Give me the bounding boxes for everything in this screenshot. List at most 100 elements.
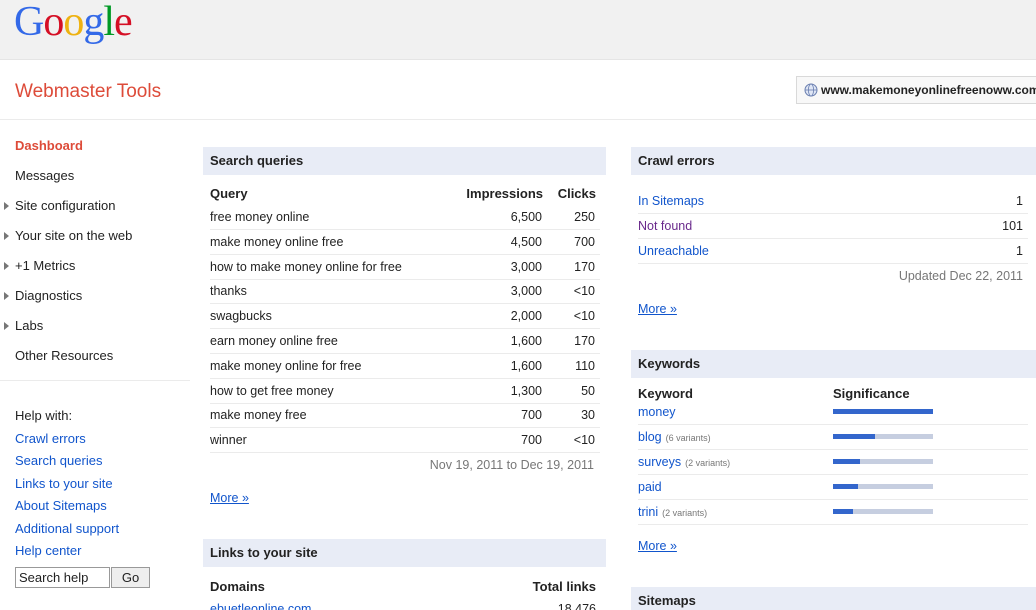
row-divider xyxy=(638,213,1028,214)
go-button[interactable]: Go xyxy=(111,567,150,588)
sitemaps-title: Sitemaps xyxy=(631,587,1036,610)
keyword-link[interactable]: blog xyxy=(638,430,662,444)
nav-messages[interactable]: Messages xyxy=(15,168,74,183)
row-divider xyxy=(210,353,600,354)
significance-column-header: Significance xyxy=(833,386,910,401)
row-divider xyxy=(638,499,1028,500)
expand-arrow-icon xyxy=(4,292,9,300)
clicks-column-header: Clicks xyxy=(557,186,596,201)
keyword-variants: (2 variants) xyxy=(662,508,708,518)
expand-arrow-icon xyxy=(4,232,9,240)
nav-other-resources[interactable]: Other Resources xyxy=(15,348,113,363)
significance-bar-fill xyxy=(833,459,860,464)
clicks-cell: 110 xyxy=(575,359,595,373)
help-link-search-queries[interactable]: Search queries xyxy=(15,453,102,468)
clicks-cell: 250 xyxy=(574,210,595,224)
impressions-cell: 4,500 xyxy=(510,235,542,249)
crawl-in-sitemaps-value: 1 xyxy=(1016,194,1023,208)
clicks-cell: 30 xyxy=(581,408,595,422)
nav-site-configuration[interactable]: Site configuration xyxy=(4,198,116,213)
query-cell: free money online xyxy=(210,210,310,224)
expand-arrow-icon xyxy=(4,322,9,330)
help-link-help-center[interactable]: Help center xyxy=(15,543,81,558)
help-search-input[interactable]: Search help xyxy=(15,567,110,588)
query-cell: how to make money online for free xyxy=(210,260,402,274)
keyword-link[interactable]: surveys xyxy=(638,455,681,469)
sub-header: Webmaster Tools www.makemoneyonlinefreen… xyxy=(0,60,1036,120)
keyword-row: surveys (2 variants) xyxy=(638,455,730,469)
clicks-cell: <10 xyxy=(573,433,595,447)
clicks-cell: 170 xyxy=(574,260,595,274)
impressions-cell: 1,300 xyxy=(510,384,542,398)
row-divider xyxy=(210,328,600,329)
keyword-row: money xyxy=(638,405,676,419)
crawl-unreachable-value: 1 xyxy=(1016,244,1023,258)
query-cell: make money online for free xyxy=(210,359,362,373)
crawl-not-found-link[interactable]: Not found xyxy=(638,219,692,233)
nav-plus1-metrics[interactable]: +1 Metrics xyxy=(4,258,76,273)
row-divider xyxy=(638,238,1028,239)
crawl-unreachable-link[interactable]: Unreachable xyxy=(638,244,709,258)
keyword-variants: (6 variants) xyxy=(665,433,711,443)
help-link-crawl-errors[interactable]: Crawl errors xyxy=(15,431,86,446)
date-range: Nov 19, 2011 to Dec 19, 2011 xyxy=(429,458,594,472)
significance-bar xyxy=(833,409,933,414)
impressions-cell: 1,600 xyxy=(510,334,542,348)
keyword-link[interactable]: money xyxy=(638,405,676,419)
crawl-errors-title: Crawl errors xyxy=(631,147,1036,175)
logo-letter: o xyxy=(43,0,64,45)
keyword-row: blog (6 variants) xyxy=(638,430,711,444)
nav-your-site-on-the-web[interactable]: Your site on the web xyxy=(4,228,133,243)
keyword-row: trini (2 variants) xyxy=(638,505,707,519)
impressions-cell: 700 xyxy=(521,433,542,447)
impressions-cell: 3,000 xyxy=(510,260,542,274)
search-queries-more-link[interactable]: More » xyxy=(210,491,249,505)
site-url: www.makemoneyonlinefreenoww.com xyxy=(821,83,1036,97)
help-title: Help with: xyxy=(15,408,73,423)
keyword-column-header: Keyword xyxy=(638,386,693,401)
help-link-links-to-your-site[interactable]: Links to your site xyxy=(15,476,113,491)
impressions-cell: 3,000 xyxy=(510,284,542,298)
nav-dashboard[interactable]: Dashboard xyxy=(15,138,83,153)
google-logo[interactable]: Google xyxy=(14,0,133,46)
expand-arrow-icon xyxy=(4,262,9,270)
help-link-additional-support[interactable]: Additional support xyxy=(15,521,119,536)
product-title[interactable]: Webmaster Tools xyxy=(15,81,161,103)
keyword-link[interactable]: trini xyxy=(638,505,658,519)
clicks-cell: 50 xyxy=(581,384,595,398)
nav-label: +1 Metrics xyxy=(15,258,76,273)
crawl-errors-more-link[interactable]: More » xyxy=(638,302,677,316)
nav-label: Your site on the web xyxy=(15,228,133,243)
keyword-row: paid xyxy=(638,480,662,494)
help-link-about-sitemaps[interactable]: About Sitemaps xyxy=(15,498,107,513)
query-cell: make money free xyxy=(210,408,307,422)
row-divider xyxy=(210,279,600,280)
clicks-cell: <10 xyxy=(573,309,595,323)
crawl-in-sitemaps-link[interactable]: In Sitemaps xyxy=(638,194,704,208)
query-column-header: Query xyxy=(210,186,248,201)
query-cell: thanks xyxy=(210,284,247,298)
keyword-link[interactable]: paid xyxy=(638,480,662,494)
nav-diagnostics[interactable]: Diagnostics xyxy=(4,288,83,303)
top-bar: Google xyxy=(0,0,1036,60)
logo-letter: e xyxy=(114,0,133,45)
clicks-cell: 170 xyxy=(574,334,595,348)
nav-labs[interactable]: Labs xyxy=(4,318,43,333)
impressions-column-header: Impressions xyxy=(466,186,543,201)
logo-letter: g xyxy=(83,0,104,45)
row-divider xyxy=(638,424,1028,425)
row-divider xyxy=(210,427,600,428)
significance-bar xyxy=(833,459,933,464)
nav-label: Diagnostics xyxy=(15,288,83,303)
impressions-cell: 1,600 xyxy=(510,359,542,373)
query-cell: how to get free money xyxy=(210,384,334,398)
site-selector[interactable]: www.makemoneyonlinefreenoww.com xyxy=(796,76,1036,104)
expand-arrow-icon xyxy=(4,202,9,210)
nav-label: Site configuration xyxy=(15,198,116,213)
domain-link[interactable]: ebuetleonline.com xyxy=(210,602,311,610)
keywords-more-link[interactable]: More » xyxy=(638,539,677,553)
row-divider xyxy=(210,303,600,304)
globe-icon xyxy=(804,83,818,97)
logo-letter: G xyxy=(14,0,44,45)
significance-bar-fill xyxy=(833,484,858,489)
